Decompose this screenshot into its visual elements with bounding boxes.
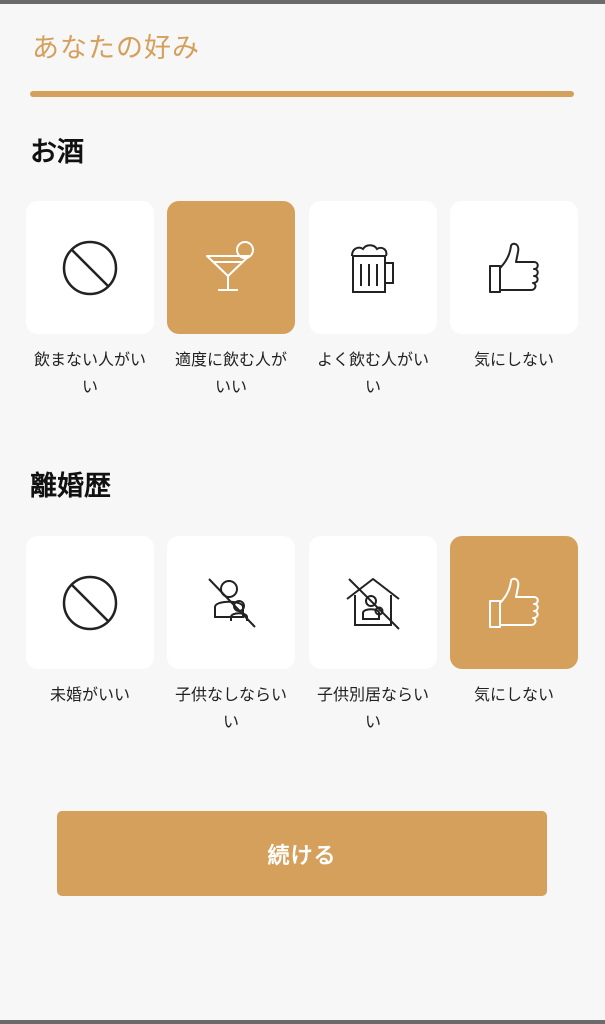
option-label: 未婚がいい — [49, 685, 130, 704]
option-tile — [167, 201, 295, 334]
option-divorce-children-separate[interactable]: 子供別居ならいい — [309, 536, 437, 735]
option-label: よく飲む人がいい — [316, 350, 429, 396]
option-tile — [26, 201, 154, 334]
title-divider — [30, 91, 574, 97]
option-label: 気にしない — [473, 685, 554, 704]
beer-mug-icon — [351, 243, 394, 293]
option-tile — [450, 201, 578, 334]
option-alcohol-non-drinker[interactable]: 飲まない人がいい — [26, 201, 154, 400]
thumbs-up-icon — [489, 577, 539, 628]
continue-button[interactable]: 続ける — [57, 811, 547, 896]
option-divorce-never-married[interactable]: 未婚がいい — [26, 536, 154, 708]
option-label: 子供なしならいい — [174, 685, 287, 731]
option-label: 子供別居ならいい — [316, 685, 429, 731]
section-heading-divorce: 離婚歴 — [30, 471, 111, 502]
option-label: 適度に飲む人がいい — [174, 350, 287, 396]
thumbs-up-icon — [489, 242, 539, 293]
option-tile — [309, 201, 437, 334]
option-tile — [167, 536, 295, 669]
alcohol-options: 飲まない人がいい 適度に飲む人がいい よく飲む人がいい 気にしない — [26, 201, 578, 411]
option-tile — [26, 536, 154, 669]
cocktail-icon — [206, 240, 254, 291]
option-divorce-dont-care[interactable]: 気にしない — [450, 536, 578, 708]
no-children-icon — [208, 577, 256, 628]
option-alcohol-heavy[interactable]: よく飲む人がいい — [309, 201, 437, 400]
divorce-options: 未婚がいい 子供なしならいい 子供別居ならいい 気にしない — [26, 536, 578, 746]
option-divorce-no-children[interactable]: 子供なしならいい — [167, 536, 295, 735]
preferences-screen: あなたの好み お酒 飲まない人がいい 適度に飲む人がいい よく飲む人がいい 気に… — [0, 4, 605, 1020]
section-heading-alcohol: お酒 — [30, 137, 84, 168]
no-children-home-icon — [346, 577, 400, 630]
option-alcohol-dont-care[interactable]: 気にしない — [450, 201, 578, 373]
prohibited-icon — [62, 575, 118, 630]
prohibited-icon — [62, 240, 118, 295]
page-title: あなたの好み — [32, 33, 200, 64]
option-label: 飲まない人がいい — [33, 350, 146, 396]
option-alcohol-moderate[interactable]: 適度に飲む人がいい — [167, 201, 295, 400]
option-label: 気にしない — [473, 350, 554, 369]
option-tile — [450, 536, 578, 669]
option-tile — [309, 536, 437, 669]
